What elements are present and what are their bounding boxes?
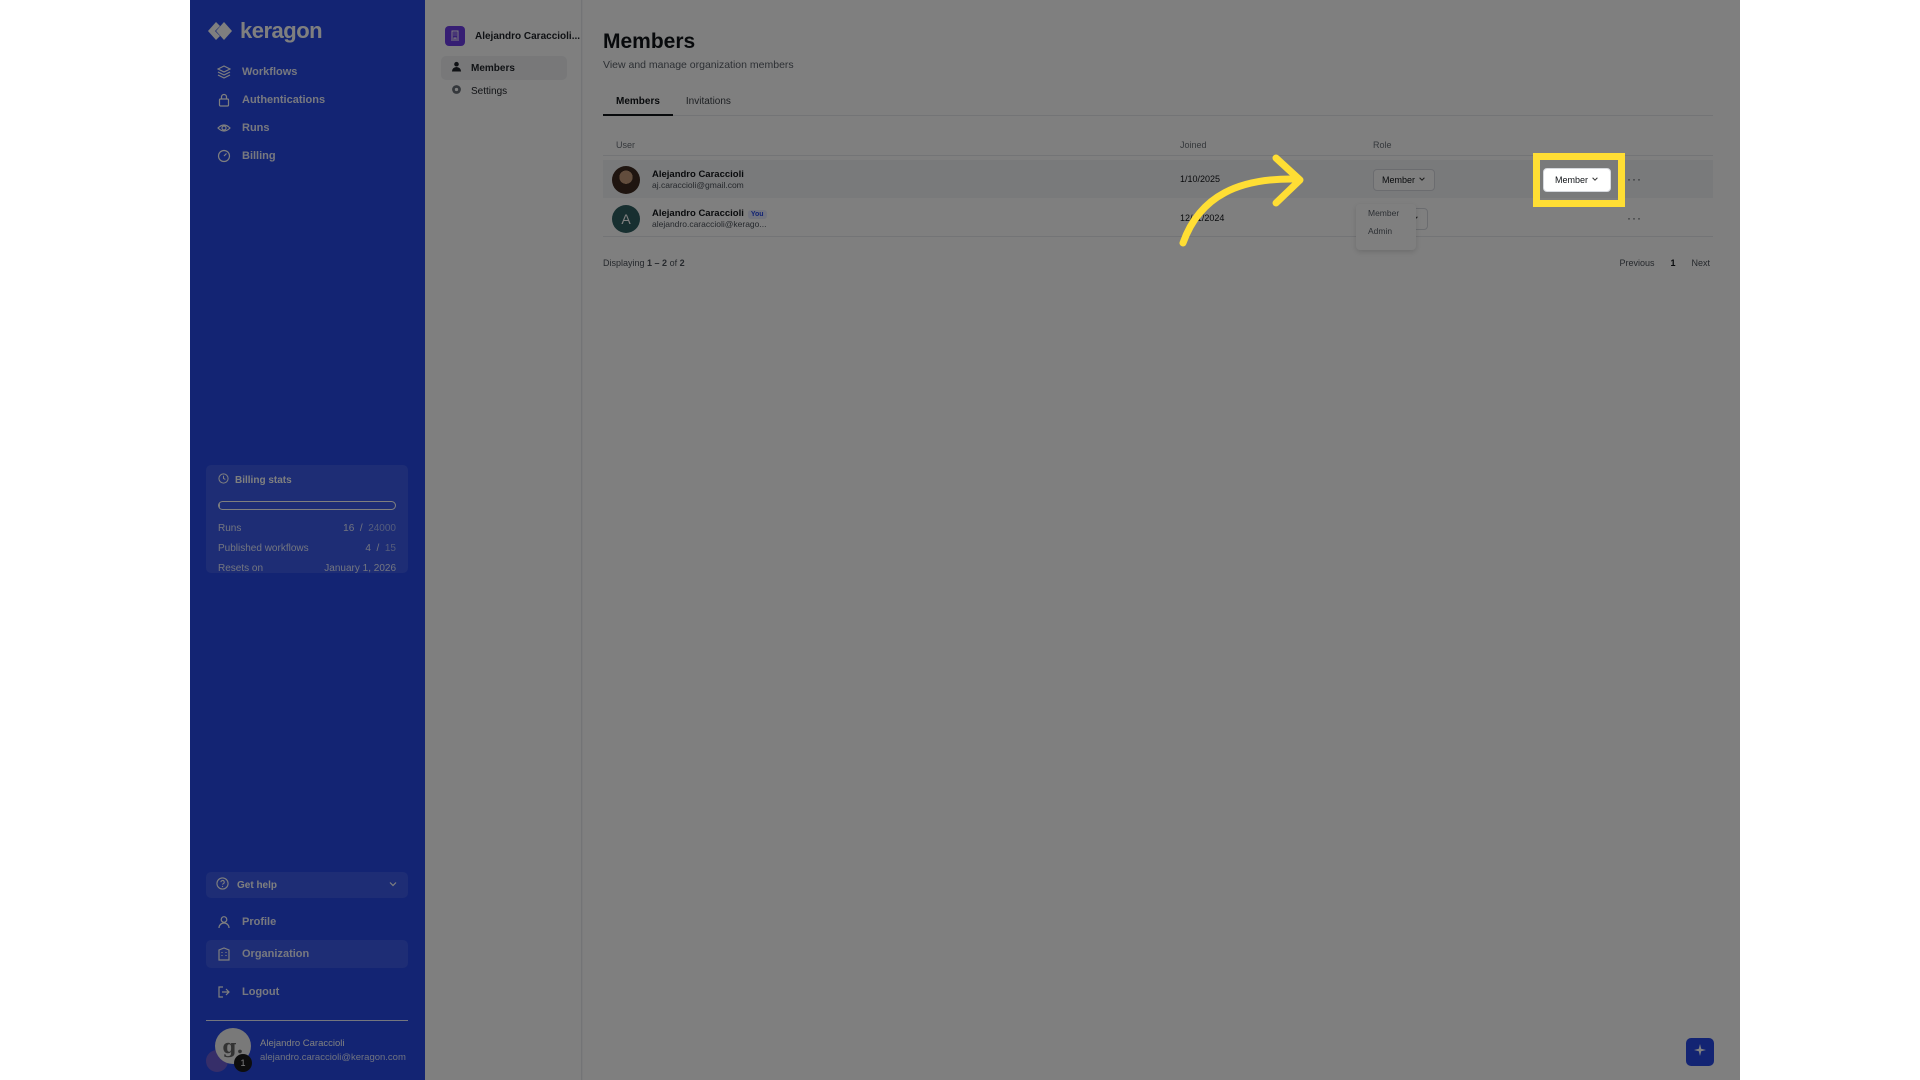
app-window: keragon Workflows Authentications Runs B… [190,0,1740,1080]
pointer-arrow-icon [1179,154,1304,247]
